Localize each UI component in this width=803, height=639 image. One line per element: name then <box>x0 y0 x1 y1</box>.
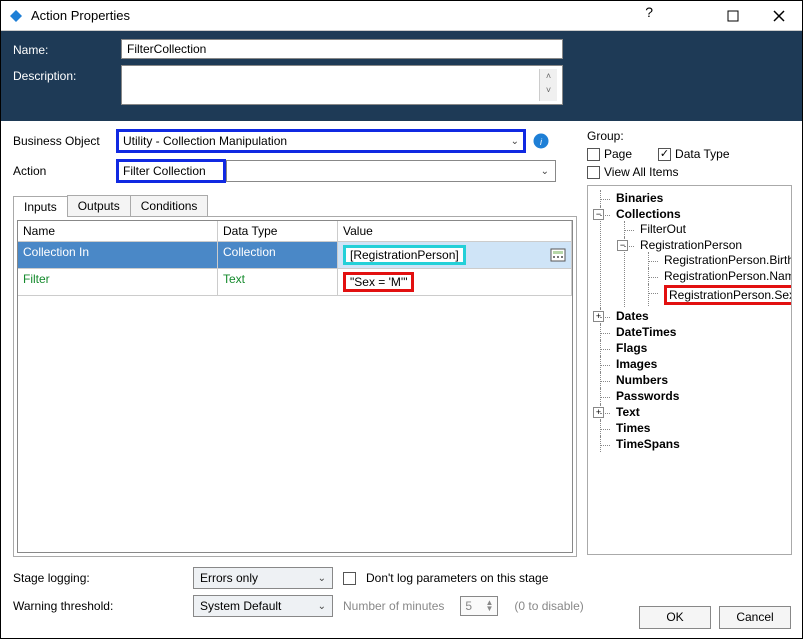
cell-name: Collection In <box>18 242 218 269</box>
tree-node[interactable]: Dates <box>616 309 649 323</box>
col-type: Data Type <box>218 221 338 242</box>
table-row[interactable]: Collection In Collection [RegistrationPe… <box>18 242 572 269</box>
cell-name: Filter <box>18 269 218 296</box>
close-button[interactable] <box>756 1 802 31</box>
value-expression: "Sex = 'M'" <box>343 272 414 292</box>
grid-header: Name Data Type Value <box>18 221 572 242</box>
datatype-checkbox-label: Data Type <box>675 147 729 161</box>
inputs-grid: Name Data Type Value Collection In Colle… <box>17 220 573 553</box>
tree-node[interactable]: Times <box>616 421 650 435</box>
cell-value[interactable]: "Sex = 'M'" <box>338 269 572 296</box>
maximize-button[interactable] <box>710 1 756 31</box>
action-select-extent[interactable]: ⌄ <box>226 160 556 182</box>
tree-leaf[interactable]: RegistrationPerson.BirthDate <box>664 253 792 267</box>
tree-node[interactable]: RegistrationPerson <box>640 238 742 252</box>
business-object-value: Utility - Collection Manipulation <box>123 134 287 148</box>
name-input[interactable] <box>121 39 563 59</box>
tab-outputs[interactable]: Outputs <box>67 195 131 216</box>
cell-value[interactable]: [RegistrationPerson] <box>338 242 572 269</box>
viewall-checkbox-label: View All Items <box>604 165 678 179</box>
collapse-icon[interactable]: − <box>617 240 628 251</box>
name-label: Name: <box>13 39 121 57</box>
titlebar: Action Properties ? <box>1 1 802 31</box>
table-row[interactable]: Filter Text "Sex = 'M'" <box>18 269 572 296</box>
action-value: Filter Collection <box>123 164 206 178</box>
tree-node[interactable]: Collections <box>616 207 681 221</box>
disable-hint: (0 to disable) <box>514 599 583 613</box>
data-tree[interactable]: Binaries − Collections FilterOut − Registr… <box>592 190 787 452</box>
cancel-button[interactable]: Cancel <box>719 606 791 629</box>
page-checkbox-label: Page <box>604 147 632 161</box>
chevron-down-icon: ⌄ <box>318 601 326 612</box>
cell-type: Text <box>218 269 338 296</box>
description-label: Description: <box>13 65 121 83</box>
col-name: Name <box>18 221 218 242</box>
dontlog-label: Don't log parameters on this stage <box>366 571 548 585</box>
minutes-label: Number of minutes <box>343 599 444 613</box>
collapse-icon[interactable]: − <box>593 209 604 220</box>
minutes-spinner[interactable]: 5 ▲▼ <box>460 596 498 616</box>
dontlog-checkbox[interactable] <box>343 572 356 585</box>
tree-node[interactable]: Numbers <box>616 373 668 387</box>
help-icon[interactable]: ? <box>645 4 653 20</box>
window-title: Action Properties <box>31 8 664 23</box>
stage-logging-label: Stage logging: <box>13 571 183 585</box>
tab-conditions[interactable]: Conditions <box>130 195 209 216</box>
minimize-button[interactable] <box>664 1 710 31</box>
tree-node[interactable]: DateTimes <box>616 325 676 339</box>
description-input[interactable]: ˄˅ <box>121 65 563 105</box>
chevron-down-icon: ⌄ <box>318 573 326 584</box>
viewall-checkbox[interactable] <box>587 166 600 179</box>
tree-node[interactable]: TimeSpans <box>616 437 680 451</box>
tree-node[interactable]: Binaries <box>616 191 663 205</box>
tree-leaf[interactable]: RegistrationPerson.Name <box>664 269 792 283</box>
tree-node[interactable]: Images <box>616 357 657 371</box>
chevron-down-icon: ⌄ <box>511 136 519 147</box>
value-expression: [RegistrationPerson] <box>343 245 466 265</box>
tabs: Inputs Outputs Conditions <box>13 195 577 216</box>
cell-type: Collection <box>218 242 338 269</box>
tree-node[interactable]: Flags <box>616 341 647 355</box>
header-panel: Name: Description: ˄˅ <box>1 31 802 121</box>
warning-threshold-select[interactable]: System Default⌄ <box>193 595 333 617</box>
app-icon <box>7 7 25 25</box>
action-select[interactable]: Filter Collection <box>116 159 226 183</box>
desc-scroll-arrows[interactable]: ˄˅ <box>539 69 557 101</box>
expand-icon[interactable]: + <box>593 311 604 322</box>
tree-node[interactable]: Text <box>616 405 640 419</box>
ok-button[interactable]: OK <box>639 606 711 629</box>
datatype-checkbox[interactable]: ✓ <box>658 148 671 161</box>
tab-inputs[interactable]: Inputs <box>13 196 68 217</box>
stage-logging-select[interactable]: Errors only⌄ <box>193 567 333 589</box>
info-icon[interactable]: i <box>532 132 550 150</box>
action-label: Action <box>13 164 116 178</box>
expand-icon[interactable]: + <box>593 407 604 418</box>
group-label: Group: <box>587 129 792 143</box>
business-object-label: Business Object <box>13 134 116 148</box>
tree-leaf-highlighted[interactable]: RegistrationPerson.Sex <box>664 285 792 305</box>
page-checkbox[interactable] <box>587 148 600 161</box>
chevron-down-icon: ⌄ <box>541 166 549 177</box>
warning-threshold-label: Warning threshold: <box>13 599 183 613</box>
business-object-select[interactable]: Utility - Collection Manipulation ⌄ <box>116 129 526 153</box>
calculator-icon[interactable] <box>550 248 566 262</box>
col-value: Value <box>338 221 572 242</box>
tree-leaf[interactable]: FilterOut <box>640 222 686 236</box>
spinner-arrows-icon[interactable]: ▲▼ <box>485 600 493 613</box>
tree-node[interactable]: Passwords <box>616 389 679 403</box>
